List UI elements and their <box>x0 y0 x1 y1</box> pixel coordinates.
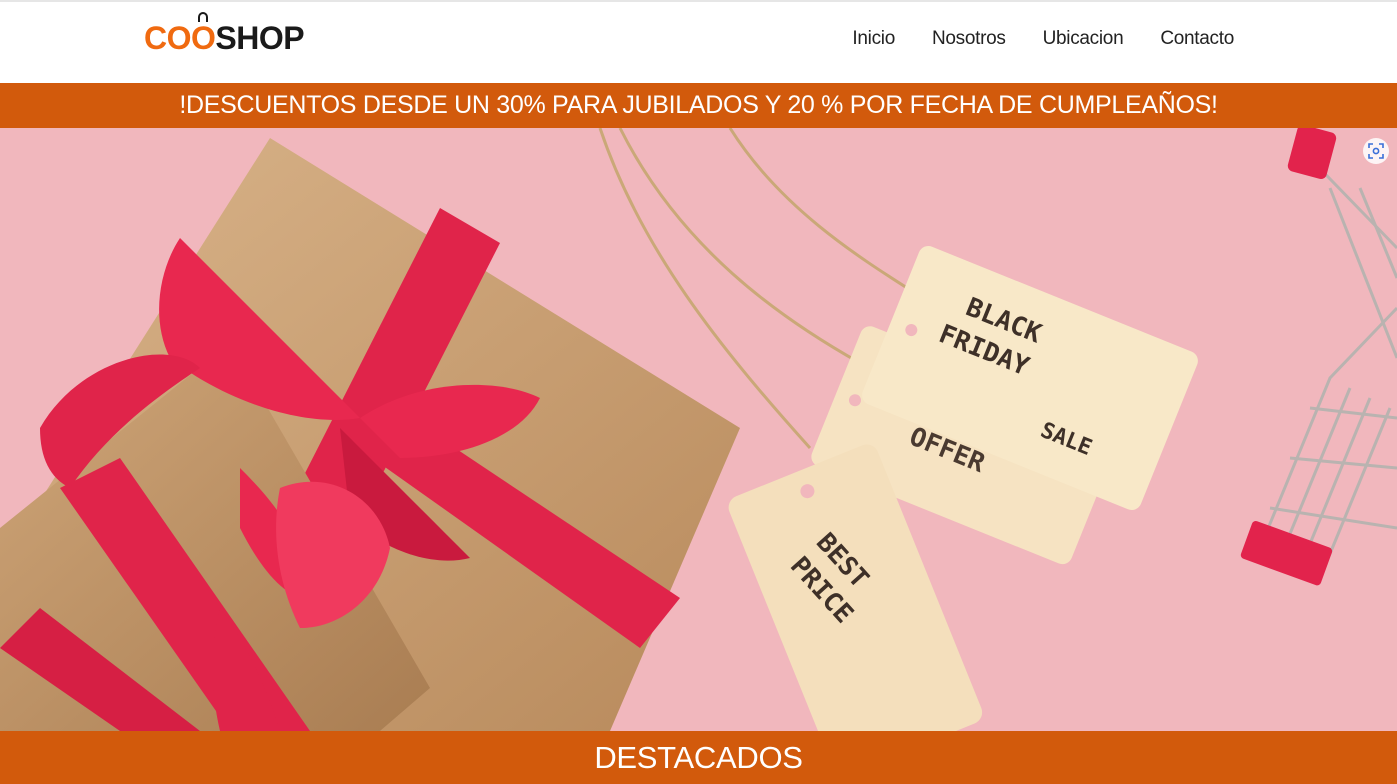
nav-link-contacto[interactable]: Contacto <box>1160 28 1234 50</box>
logo-text-co: CO <box>144 20 192 56</box>
nav-link-inicio[interactable]: Inicio <box>852 28 895 50</box>
logo-bag-letter: O <box>191 12 216 54</box>
logo-text-shop: SHOP <box>215 20 305 56</box>
shopping-bag-icon <box>198 12 209 22</box>
hero-image: OFFER BLACK FRIDAY SALE BEST PRICE <box>0 128 1397 731</box>
promo-banner: !DESCUENTOS DESDE UN 30% PARA JUBILADOS … <box>0 83 1397 128</box>
section-title: DESTACADOS <box>594 739 803 775</box>
promo-text: !DESCUENTOS DESDE UN 30% PARA JUBILADOS … <box>179 91 1218 119</box>
shopping-cart-illustration <box>1258 146 1397 579</box>
cart-bumper <box>1240 520 1333 586</box>
site-logo[interactable]: CO O SHOP <box>144 12 305 58</box>
nav-link-nosotros[interactable]: Nosotros <box>932 28 1006 50</box>
nav-link-ubicacion[interactable]: Ubicacion <box>1043 28 1124 50</box>
hero-illustration: OFFER BLACK FRIDAY SALE BEST PRICE <box>0 128 1397 731</box>
main-nav: Inicio Nosotros Ubicacion Contacto <box>852 28 1234 50</box>
visual-search-button[interactable] <box>1363 138 1389 164</box>
cart-handle <box>1287 128 1337 180</box>
featured-section-header: DESTACADOS <box>0 731 1397 784</box>
visual-search-icon <box>1368 143 1384 159</box>
site-header: CO O SHOP Inicio Nosotros Ubicacion Cont… <box>0 0 1397 83</box>
